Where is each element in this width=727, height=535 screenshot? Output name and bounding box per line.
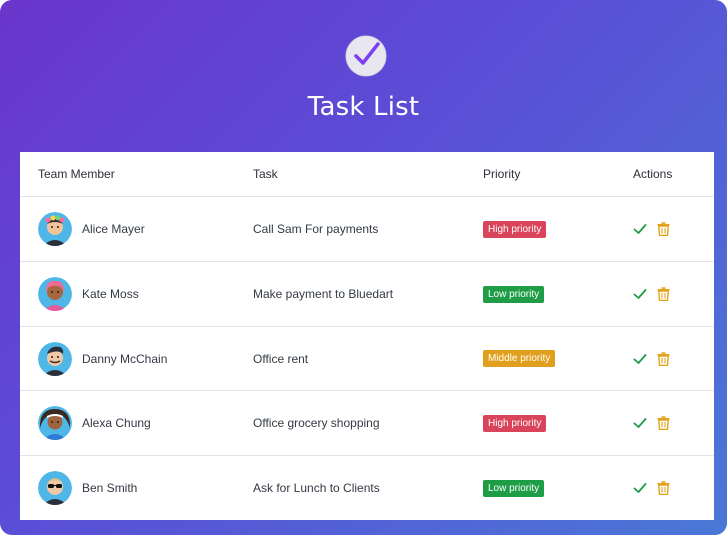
row-actions bbox=[633, 262, 670, 326]
member-name: Kate Moss bbox=[82, 287, 139, 301]
priority-badge: Middle priority bbox=[483, 350, 556, 367]
task-text: Ask for Lunch to Clients bbox=[253, 481, 380, 495]
priority-badge: Low priority bbox=[483, 285, 545, 303]
task-text: Office grocery shopping bbox=[253, 416, 380, 430]
complete-button[interactable] bbox=[633, 287, 647, 301]
trash-icon bbox=[657, 351, 670, 366]
priority-badge: Low priority bbox=[483, 479, 545, 497]
app-frame: Task List Team Member Task Priority Acti… bbox=[0, 0, 727, 535]
trash-icon bbox=[657, 287, 670, 301]
complete-button[interactable] bbox=[633, 222, 647, 236]
member-name: Alexa Chung bbox=[82, 416, 151, 430]
avatar bbox=[38, 406, 72, 440]
checkmark-icon bbox=[633, 418, 647, 428]
page-title: Task List bbox=[307, 92, 420, 122]
table-header-row: Team Member Task Priority Actions bbox=[20, 152, 714, 197]
row-actions bbox=[633, 197, 670, 261]
header-team-member: Team Member bbox=[38, 167, 115, 181]
task-text: Make payment to Bluedart bbox=[253, 287, 394, 301]
header-task: Task bbox=[253, 167, 278, 181]
avatar bbox=[38, 471, 72, 505]
checkmark-icon bbox=[633, 224, 647, 234]
member-name: Alice Mayer bbox=[82, 222, 145, 236]
header-priority: Priority bbox=[483, 167, 521, 181]
complete-button[interactable] bbox=[633, 416, 647, 430]
delete-button[interactable] bbox=[657, 351, 670, 366]
task-text: Call Sam For payments bbox=[253, 222, 379, 236]
delete-button[interactable] bbox=[657, 222, 670, 236]
priority-badge: High priority bbox=[483, 220, 547, 238]
check-circle-icon bbox=[345, 35, 387, 77]
table-row: Ben Smith Ask for Lunch to Clients Low p… bbox=[20, 456, 714, 520]
row-actions bbox=[633, 456, 670, 520]
row-actions bbox=[633, 327, 670, 390]
checkmark-icon bbox=[633, 483, 647, 493]
checkmark-icon bbox=[633, 289, 647, 299]
delete-button[interactable] bbox=[657, 287, 670, 301]
table-row: Alexa Chung Office grocery shopping High… bbox=[20, 391, 714, 456]
complete-button[interactable] bbox=[633, 352, 647, 366]
member-name: Ben Smith bbox=[82, 481, 138, 495]
delete-button[interactable] bbox=[657, 416, 670, 430]
trash-icon bbox=[657, 481, 670, 495]
priority-badge: High priority bbox=[483, 414, 547, 432]
task-text: Office rent bbox=[253, 351, 309, 366]
avatar bbox=[38, 277, 72, 311]
table-row: Alice Mayer Call Sam For payments High p… bbox=[20, 197, 714, 262]
avatar bbox=[38, 212, 72, 246]
member-name: Danny McChain bbox=[82, 351, 168, 366]
row-actions bbox=[633, 391, 670, 455]
complete-button[interactable] bbox=[633, 481, 647, 495]
checkmark-icon bbox=[633, 353, 647, 364]
delete-button[interactable] bbox=[657, 481, 670, 495]
table-row: Kate Moss Make payment to Bluedart Low p… bbox=[20, 262, 714, 327]
task-table: Team Member Task Priority Actions Alice … bbox=[20, 152, 714, 520]
avatar bbox=[38, 341, 72, 376]
table-row: Danny McChain Office rent Middle priorit… bbox=[20, 327, 714, 391]
header-actions: Actions bbox=[633, 167, 673, 181]
trash-icon bbox=[657, 222, 670, 236]
trash-icon bbox=[657, 416, 670, 430]
